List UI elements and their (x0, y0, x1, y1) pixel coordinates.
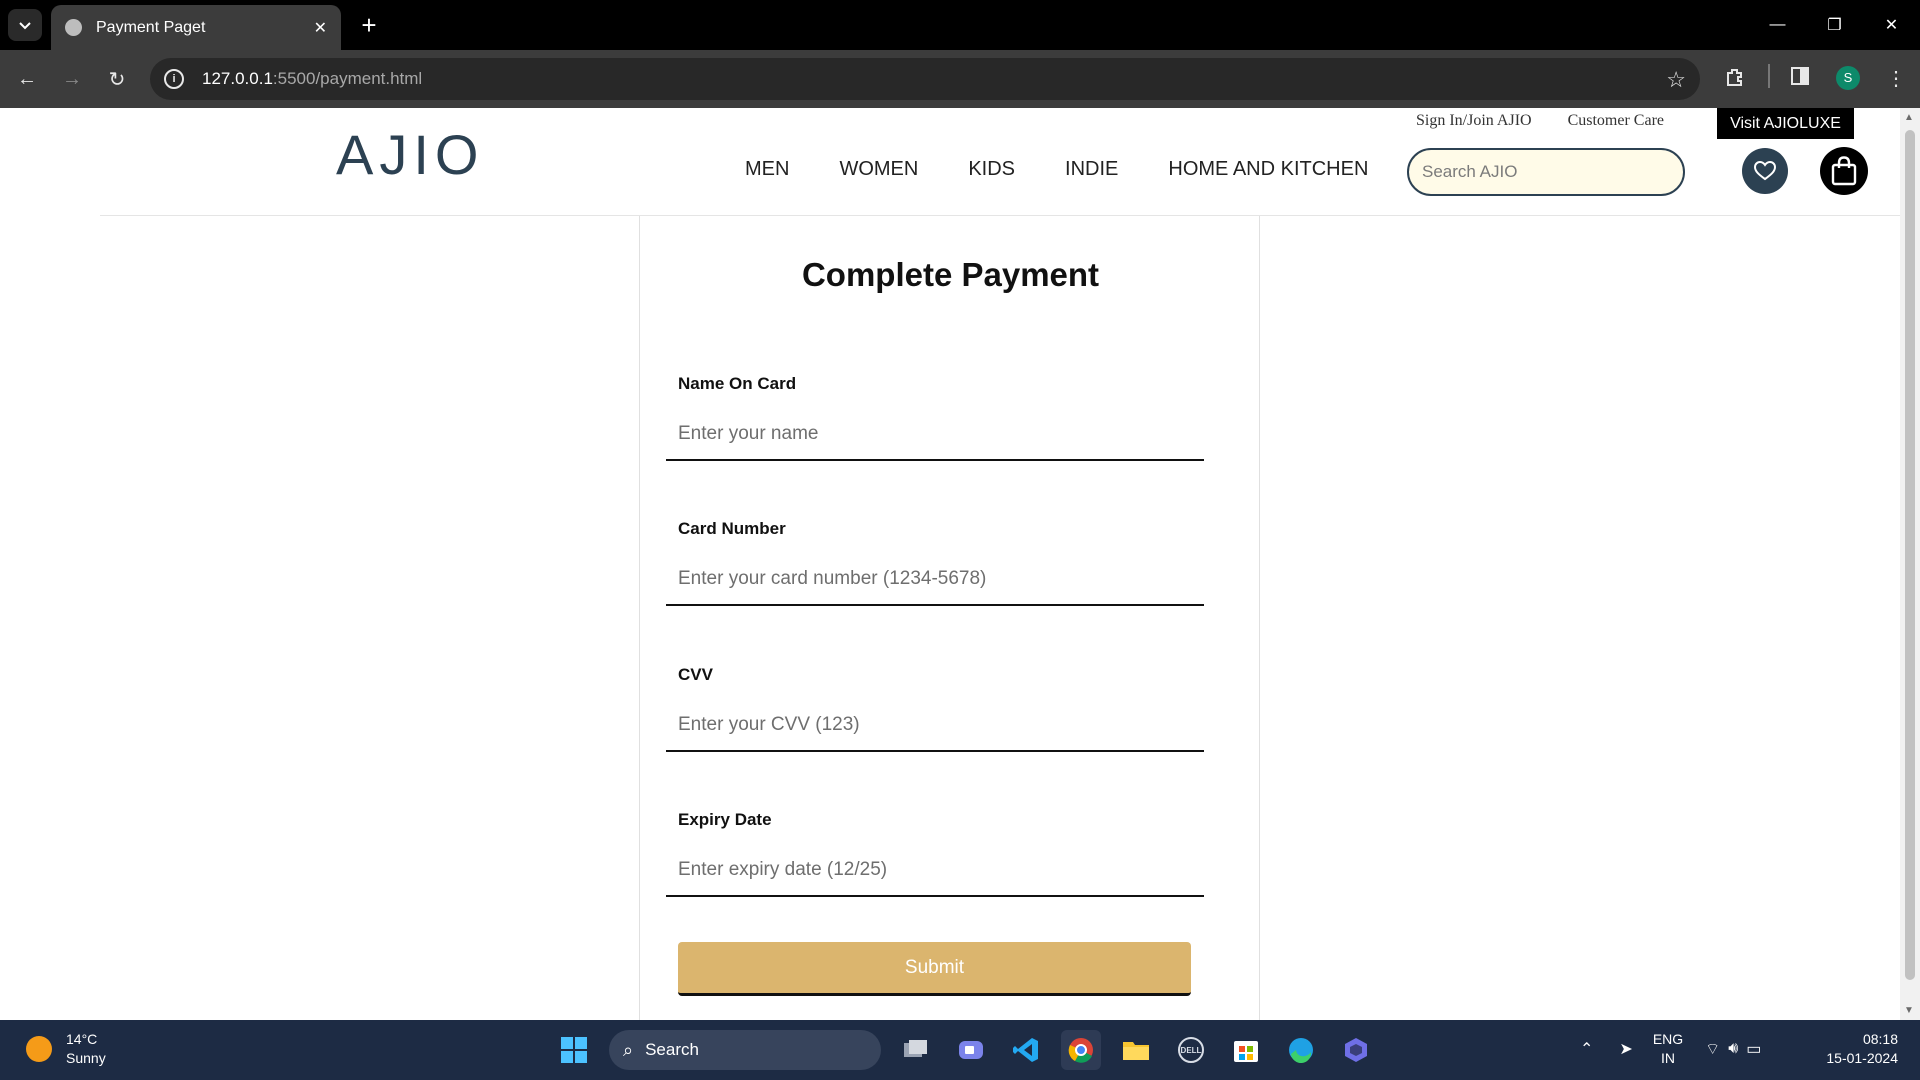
scroll-up-icon[interactable]: ▲ (1904, 112, 1914, 123)
battery-icon[interactable]: ▭ (1746, 1039, 1761, 1059)
scroll-down-icon[interactable]: ▼ (1904, 1005, 1914, 1016)
globe-icon (65, 19, 82, 36)
edge-icon[interactable] (1281, 1030, 1321, 1070)
close-window-button[interactable]: ✕ (1863, 0, 1920, 50)
browser-tab-bar: Payment Paget ✕ + — ❐ ✕ (0, 0, 1920, 50)
wishlist-button[interactable] (1742, 148, 1788, 194)
reload-button[interactable]: ↻ (102, 64, 132, 94)
site-logo[interactable]: AJIO (336, 122, 484, 187)
clock-time: 08:18 (1862, 1031, 1898, 1047)
taskbar-search[interactable]: ⌕ Search (609, 1030, 881, 1070)
profile-avatar[interactable]: S (1836, 66, 1860, 90)
minimize-button[interactable]: — (1749, 0, 1806, 50)
teams-chat-icon[interactable] (951, 1030, 991, 1070)
taskbar: 14°C Sunny ⌕ Search DELL ⌃ ➤ ENG IN ⌔ 🔊︎… (0, 1020, 1920, 1080)
address-bar[interactable]: i 127.0.0.1:5500/payment.html ☆ (150, 58, 1700, 100)
card-number-input[interactable] (666, 554, 1204, 606)
region-code: IN (1660, 1050, 1675, 1066)
weather-desc: Sunny (66, 1050, 106, 1066)
nav-indie[interactable]: INDIE (1065, 158, 1118, 181)
wifi-icon[interactable]: ⌔ (1705, 1039, 1720, 1059)
chevron-down-icon (19, 22, 31, 30)
dell-icon[interactable]: DELL (1171, 1030, 1211, 1070)
bookmark-star-icon[interactable]: ☆ (1666, 67, 1686, 93)
card-number-label: Card Number (678, 519, 786, 538)
file-explorer-icon[interactable] (1116, 1030, 1156, 1070)
close-tab-icon[interactable]: ✕ (314, 18, 327, 38)
top-links: Sign In/Join AJIO Customer Care (1416, 112, 1700, 130)
name-on-card-label: Name On Card (678, 374, 797, 393)
forward-button[interactable]: → (57, 64, 87, 94)
tab-search-button[interactable] (8, 9, 42, 41)
window-controls: — ❐ ✕ (1749, 0, 1920, 50)
system-tray: ⌃ ➤ ENG IN ⌔ 🔊︎ ▭ (1580, 1030, 1761, 1068)
clock[interactable]: 08:18 15-01-2024 (1826, 1030, 1898, 1068)
chrome-icon[interactable] (1061, 1030, 1101, 1070)
side-panel-icon[interactable] (1790, 66, 1810, 92)
tab-title: Payment Paget (96, 18, 206, 36)
taskbar-apps: ⌕ Search DELL (554, 1030, 1391, 1070)
volume-icon[interactable]: 🔊︎ (1728, 1040, 1738, 1058)
svg-text:DELL: DELL (1181, 1046, 1202, 1055)
taskbar-search-label: Search (645, 1040, 699, 1059)
submit-button[interactable]: Submit (678, 942, 1191, 996)
more-menu-icon[interactable]: ⋮ (1886, 66, 1906, 91)
scrollbar-thumb[interactable] (1905, 130, 1915, 980)
restore-button[interactable]: ❐ (1806, 0, 1863, 50)
lang-code: ENG (1652, 1031, 1684, 1047)
expiry-date-input[interactable] (666, 845, 1204, 897)
toolbar-divider (1768, 64, 1770, 88)
shopping-bag-icon (1831, 156, 1857, 186)
nav-home-kitchen[interactable]: HOME AND KITCHEN (1168, 158, 1368, 181)
nav-kids[interactable]: KIDS (968, 158, 1015, 181)
copilot-icon[interactable] (1336, 1030, 1376, 1070)
cart-button[interactable] (1820, 147, 1868, 195)
browser-toolbar: ← → ↻ i 127.0.0.1:5500/payment.html ☆ ⋮ (0, 50, 1920, 108)
visit-ajioluxe-button[interactable]: Visit AJIOLUXE (1717, 108, 1854, 139)
site-header: AJIO Sign In/Join AJIO Customer Care Vis… (100, 108, 1900, 216)
language-indicator[interactable]: ENG IN (1653, 1030, 1683, 1068)
name-on-card-input[interactable] (666, 409, 1204, 461)
nav-women[interactable]: WOMEN (839, 158, 918, 181)
chevron-up-icon[interactable]: ⌃ (1580, 1039, 1593, 1059)
nav-men[interactable]: MEN (745, 158, 789, 181)
cvv-input[interactable] (666, 700, 1204, 752)
page-viewport: AJIO Sign In/Join AJIO Customer Care Vis… (0, 108, 1920, 1020)
new-tab-button[interactable]: + (352, 8, 386, 42)
clock-date: 15-01-2024 (1826, 1050, 1898, 1066)
page-scrollbar[interactable]: ▲ ▼ (1900, 108, 1920, 1020)
url-host: 127.0.0.1 (202, 69, 273, 88)
page-title: Complete Payment (801, 256, 1100, 293)
url-path: :5500/payment.html (272, 69, 423, 88)
browser-tab[interactable]: Payment Paget ✕ (51, 5, 341, 50)
sun-icon (26, 1036, 52, 1062)
start-button[interactable] (554, 1030, 594, 1070)
main-nav: MEN WOMEN KIDS INDIE HOME AND KITCHEN (745, 158, 1418, 181)
windows-logo-icon (561, 1037, 587, 1063)
task-view-icon[interactable] (896, 1030, 936, 1070)
search-input[interactable]: Search AJIO (1407, 148, 1685, 196)
extensions-icon[interactable] (1724, 66, 1746, 94)
payment-form-panel: Complete Payment Name On Card Card Numbe… (639, 216, 1260, 1020)
expiry-date-label: Expiry Date (678, 810, 772, 829)
cvv-label: CVV (678, 665, 713, 684)
vscode-icon[interactable] (1006, 1030, 1046, 1070)
search-icon: ⌕ (623, 1039, 634, 1060)
sign-in-link[interactable]: Sign In/Join AJIO (1416, 112, 1532, 130)
weather-temp: 14°C (66, 1031, 98, 1047)
heart-icon (1754, 161, 1776, 181)
back-button[interactable]: ← (12, 64, 42, 94)
site-info-icon[interactable]: i (164, 69, 184, 89)
microsoft-store-icon[interactable] (1226, 1030, 1266, 1070)
location-icon[interactable]: ➤ (1619, 1039, 1632, 1059)
weather-widget[interactable]: 14°C Sunny (26, 1030, 106, 1068)
customer-care-link[interactable]: Customer Care (1568, 112, 1664, 130)
